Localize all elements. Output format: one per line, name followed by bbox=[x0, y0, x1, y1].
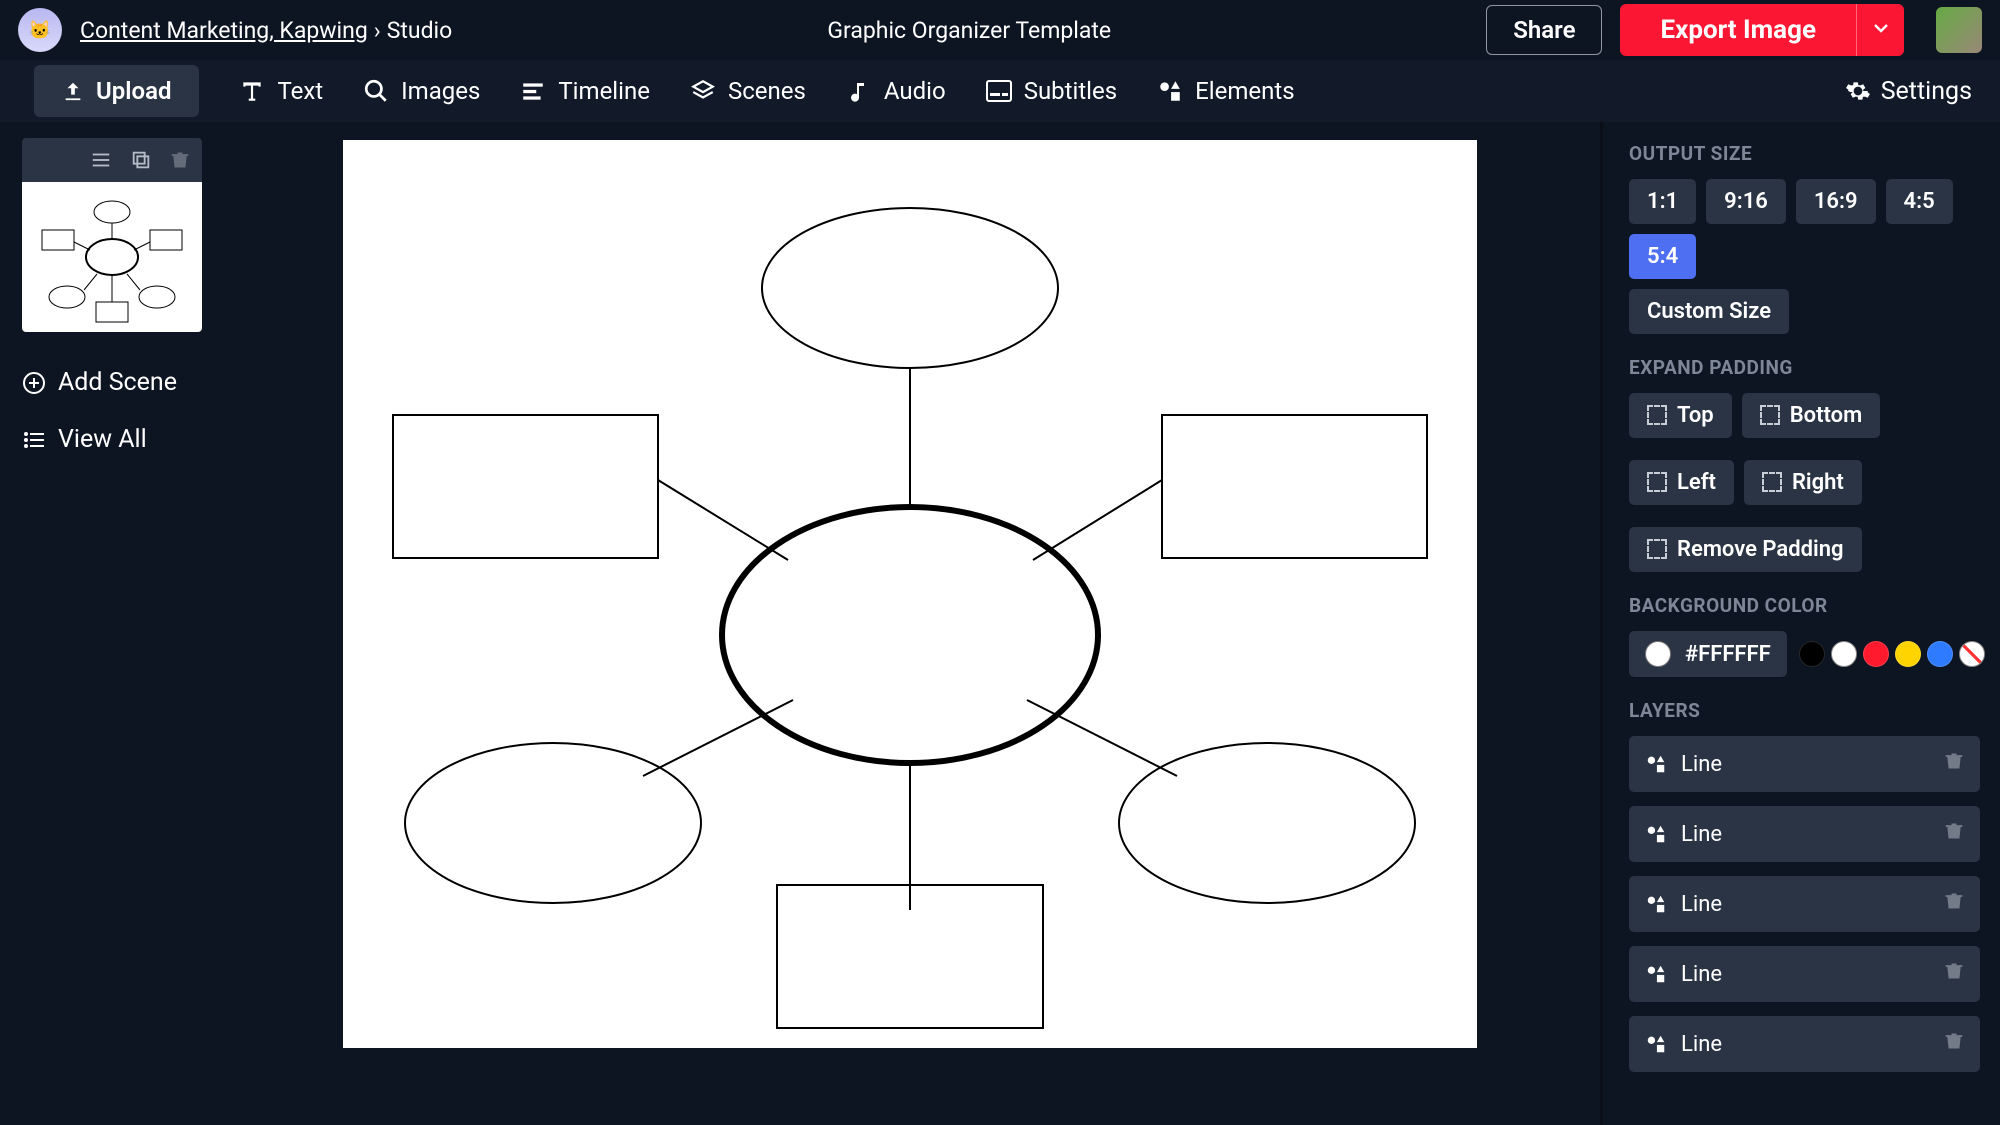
swatch-none[interactable] bbox=[1959, 641, 1985, 667]
breadcrumb-sep: › bbox=[374, 17, 381, 44]
settings-button[interactable]: Settings bbox=[1845, 77, 1972, 106]
scene-thumbnail[interactable] bbox=[22, 182, 202, 332]
pad-left-button[interactable]: Left bbox=[1629, 460, 1734, 505]
ratio-4-5[interactable]: 4:5 bbox=[1886, 179, 1953, 224]
breadcrumb: Content Marketing, Kapwing › Studio bbox=[80, 17, 452, 44]
tool-audio[interactable]: Audio bbox=[846, 77, 946, 105]
ratio-16-9[interactable]: 16:9 bbox=[1796, 179, 1876, 224]
tool-subtitles[interactable]: Subtitles bbox=[986, 77, 1117, 105]
delete-layer-button[interactable] bbox=[1944, 960, 1964, 988]
layer-row[interactable]: Line bbox=[1629, 1016, 1980, 1072]
shapes-icon bbox=[1645, 893, 1667, 915]
expand-padding-label: EXPAND PADDING bbox=[1629, 356, 1980, 379]
chevron-down-icon bbox=[1873, 20, 1889, 36]
subtitles-icon bbox=[986, 80, 1012, 102]
layer-name: Line bbox=[1681, 892, 1722, 917]
ratio-9-16[interactable]: 9:16 bbox=[1706, 179, 1786, 224]
delete-layer-button[interactable] bbox=[1944, 1030, 1964, 1058]
output-size-label: OUTPUT SIZE bbox=[1629, 142, 1980, 165]
tool-scenes[interactable]: Scenes bbox=[690, 77, 806, 105]
layer-row[interactable]: Line bbox=[1629, 806, 1980, 862]
layer-row[interactable]: Line bbox=[1629, 946, 1980, 1002]
editor-canvas[interactable] bbox=[343, 140, 1477, 1048]
delete-layer-button[interactable] bbox=[1944, 750, 1964, 778]
share-button[interactable]: Share bbox=[1486, 5, 1602, 55]
layer-name: Line bbox=[1681, 962, 1722, 987]
scene-thumbnail-preview bbox=[22, 182, 202, 332]
workspace-link[interactable]: Content Marketing, Kapwing bbox=[80, 17, 368, 44]
tool-elements-label: Elements bbox=[1195, 77, 1294, 105]
add-scene-button[interactable]: Add Scene bbox=[22, 368, 202, 397]
tool-scenes-label: Scenes bbox=[728, 77, 806, 105]
shapes-icon bbox=[1645, 963, 1667, 985]
background-color-label: BACKGROUND COLOR bbox=[1629, 594, 1980, 617]
swatch-ff1a2e[interactable] bbox=[1863, 641, 1889, 667]
tool-subtitles-label: Subtitles bbox=[1024, 77, 1117, 105]
shapes-icon bbox=[1645, 823, 1667, 845]
upload-button[interactable]: Upload bbox=[34, 65, 199, 117]
tool-audio-label: Audio bbox=[884, 77, 946, 105]
tool-timeline[interactable]: Timeline bbox=[520, 77, 650, 105]
ratio-5-4[interactable]: 5:4 bbox=[1629, 234, 1696, 279]
document-title[interactable]: Graphic Organizer Template bbox=[470, 17, 1468, 44]
tool-elements[interactable]: Elements bbox=[1157, 77, 1294, 105]
pad-right-button[interactable]: Right bbox=[1744, 460, 1862, 505]
breadcrumb-section: Studio bbox=[387, 17, 453, 44]
view-all-button[interactable]: View All bbox=[22, 425, 202, 454]
timeline-icon bbox=[520, 78, 546, 104]
search-icon bbox=[363, 78, 389, 104]
layer-name: Line bbox=[1681, 1032, 1722, 1057]
tool-images-label: Images bbox=[401, 77, 480, 105]
text-icon bbox=[239, 78, 265, 104]
tool-text[interactable]: Text bbox=[239, 77, 323, 105]
canvas-diagram bbox=[343, 140, 1477, 1048]
scene-thumb-toolbar bbox=[22, 138, 202, 182]
pad-top-button[interactable]: Top bbox=[1629, 393, 1732, 438]
layers-icon bbox=[690, 78, 716, 104]
custom-size-button[interactable]: Custom Size bbox=[1629, 289, 1789, 334]
delete-layer-button[interactable] bbox=[1944, 890, 1964, 918]
workspace-avatar[interactable]: 🐱 bbox=[18, 8, 62, 52]
pad-bottom-button[interactable]: Bottom bbox=[1742, 393, 1881, 438]
settings-label: Settings bbox=[1881, 77, 1972, 106]
upload-icon bbox=[62, 80, 84, 102]
ratio-1-1[interactable]: 1:1 bbox=[1629, 179, 1696, 224]
remove-padding-button[interactable]: Remove Padding bbox=[1629, 527, 1862, 572]
duplicate-icon[interactable] bbox=[130, 149, 152, 171]
reorder-icon[interactable] bbox=[90, 149, 112, 171]
music-note-icon bbox=[847, 79, 871, 103]
gear-icon bbox=[1845, 78, 1871, 104]
swatch-000000[interactable] bbox=[1799, 641, 1825, 667]
user-avatar[interactable] bbox=[1936, 7, 1982, 53]
swatch-2f7bff[interactable] bbox=[1927, 641, 1953, 667]
layers-label: LAYERS bbox=[1629, 699, 1980, 722]
export-caret-button[interactable] bbox=[1856, 4, 1904, 56]
trash-icon[interactable] bbox=[170, 149, 190, 171]
view-all-label: View All bbox=[58, 425, 147, 454]
plus-circle-icon bbox=[22, 371, 46, 395]
layer-row[interactable]: Line bbox=[1629, 876, 1980, 932]
delete-layer-button[interactable] bbox=[1944, 820, 1964, 848]
list-icon bbox=[22, 428, 46, 452]
upload-label: Upload bbox=[96, 77, 171, 105]
swatch-ffd400[interactable] bbox=[1895, 641, 1921, 667]
properties-panel: OUTPUT SIZE 1:19:1616:94:5 5:4 Custom Size… bbox=[1600, 122, 2000, 1125]
add-scene-label: Add Scene bbox=[58, 368, 177, 397]
export-button[interactable]: Export Image bbox=[1620, 4, 1856, 56]
tool-timeline-label: Timeline bbox=[558, 77, 650, 105]
tool-images[interactable]: Images bbox=[363, 77, 480, 105]
tool-text-label: Text bbox=[277, 77, 323, 105]
shapes-icon bbox=[1645, 753, 1667, 775]
layer-name: Line bbox=[1681, 822, 1722, 847]
background-color-value[interactable]: #FFFFFF bbox=[1629, 631, 1787, 677]
layer-row[interactable]: Line bbox=[1629, 736, 1980, 792]
shapes-icon bbox=[1157, 78, 1183, 104]
swatch-ffffff[interactable] bbox=[1831, 641, 1857, 667]
layer-name: Line bbox=[1681, 752, 1722, 777]
shapes-icon bbox=[1645, 1033, 1667, 1055]
